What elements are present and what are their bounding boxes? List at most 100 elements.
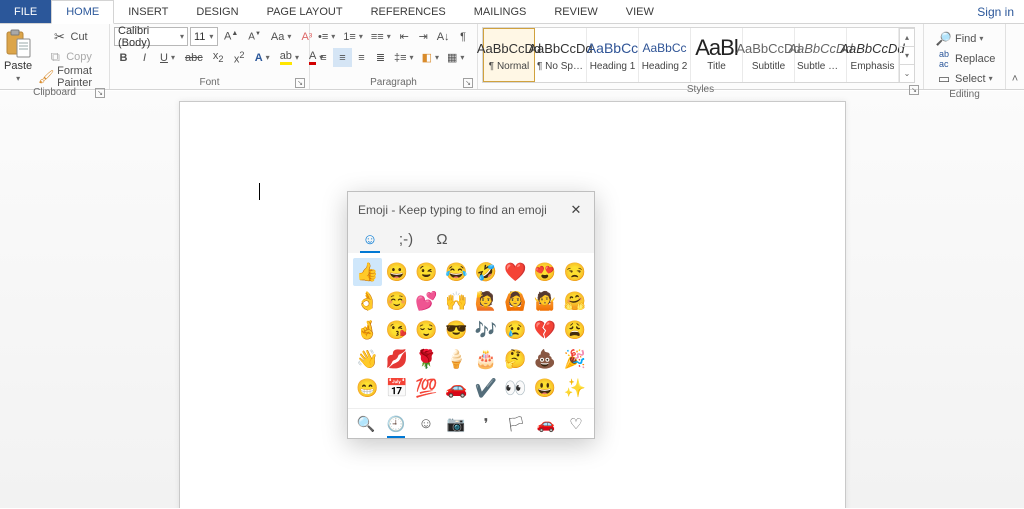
emoji-item[interactable]: 💔 <box>531 316 560 344</box>
tab-file[interactable]: FILE <box>0 0 51 23</box>
tab-mailings[interactable]: MAILINGS <box>460 0 541 23</box>
show-marks-button[interactable]: ¶ <box>454 27 473 46</box>
emoji-item[interactable]: ❤️ <box>501 258 530 286</box>
emoji-item[interactable]: 😌 <box>412 316 441 344</box>
multilevel-button[interactable]: ≡≡▾ <box>367 27 395 46</box>
tab-references[interactable]: REFERENCES <box>357 0 460 23</box>
style--no-spac-[interactable]: AaBbCcDd¶ No Spac... <box>535 28 587 82</box>
decrease-indent-button[interactable]: ⇤ <box>395 27 414 46</box>
style-title[interactable]: AaBlTitle <box>691 28 743 82</box>
emoji-item[interactable]: 📅 <box>383 374 412 402</box>
font-size-combo[interactable]: 11▾ <box>190 27 218 46</box>
emoji-item[interactable]: 🤞 <box>353 316 382 344</box>
emoji-item[interactable]: 😉 <box>412 258 441 286</box>
emoji-item[interactable]: 🌹 <box>412 345 441 373</box>
format-painter-button[interactable]: 🖌Format Painter <box>34 67 105 86</box>
highlight-button[interactable]: ab▾ <box>276 48 303 67</box>
sort-button[interactable]: A↓ <box>433 27 454 46</box>
emoji-item[interactable]: 👍 <box>353 258 382 286</box>
find-button[interactable]: 🔎Find▾ <box>932 29 1002 48</box>
emoji-item[interactable]: ☺️ <box>383 287 412 315</box>
emoji-item[interactable]: 😀 <box>383 258 412 286</box>
emoji-category-7[interactable]: ♡ <box>561 410 591 438</box>
emoji-item[interactable]: 🎉 <box>560 345 589 373</box>
emoji-item[interactable]: 🙆 <box>501 287 530 315</box>
emoji-item[interactable]: 😎 <box>442 316 471 344</box>
emoji-item[interactable]: 🤔 <box>501 345 530 373</box>
gallery-scroll-2[interactable]: ⌄ <box>899 64 914 82</box>
shrink-font-button[interactable]: A▼ <box>244 27 265 46</box>
emoji-item[interactable]: 👌 <box>353 287 382 315</box>
emoji-item[interactable]: 🎂 <box>472 345 501 373</box>
styles-dialog-launcher[interactable]: ↘ <box>909 85 919 95</box>
line-spacing-button[interactable]: ‡≡▾ <box>390 48 418 67</box>
emoji-tab-2[interactable]: Ω <box>424 225 460 253</box>
font-name-combo[interactable]: Calibri (Body)▾ <box>114 27 188 46</box>
font-dialog-launcher[interactable]: ↘ <box>295 78 305 88</box>
emoji-tab-1[interactable]: ;-) <box>388 225 424 253</box>
italic-button[interactable]: I <box>135 48 154 67</box>
select-button[interactable]: ▭Select▾ <box>932 69 1002 88</box>
borders-button[interactable]: ▦▾ <box>443 48 468 67</box>
emoji-category-5[interactable]: 🏳 <box>501 410 531 438</box>
emoji-item[interactable]: 👀 <box>501 374 530 402</box>
text-effects-button[interactable]: A▾ <box>251 48 274 67</box>
numbering-button[interactable]: 1≡▾ <box>339 27 367 46</box>
copy-button[interactable]: ⧉Copy <box>34 47 105 66</box>
emoji-item[interactable]: 😒 <box>560 258 589 286</box>
tab-design[interactable]: DESIGN <box>182 0 252 23</box>
style-heading-1[interactable]: AaBbCcHeading 1 <box>587 28 639 82</box>
emoji-item[interactable]: 🤷 <box>531 287 560 315</box>
bullets-button[interactable]: •≡▾ <box>314 27 339 46</box>
gallery-scroll-1[interactable]: ▾ <box>899 46 914 64</box>
collapse-ribbon-button[interactable]: ˄ <box>1006 24 1024 89</box>
emoji-category-4[interactable]: ❜ <box>471 410 501 438</box>
subscript-button[interactable]: x2 <box>209 48 228 67</box>
emoji-item[interactable]: 😍 <box>531 258 560 286</box>
emoji-item[interactable]: 🙋 <box>472 287 501 315</box>
emoji-item[interactable]: 😂 <box>442 258 471 286</box>
emoji-close-button[interactable]: ✕ <box>566 200 586 220</box>
emoji-tab-0[interactable]: ☺ <box>352 225 388 253</box>
emoji-item[interactable]: 💕 <box>412 287 441 315</box>
emoji-category-1[interactable]: 🕘 <box>381 410 411 438</box>
align-right-button[interactable]: ≡ <box>352 48 371 67</box>
emoji-item[interactable]: ✨ <box>560 374 589 402</box>
paste-button[interactable]: Paste ▾ <box>4 27 32 85</box>
superscript-button[interactable]: x2 <box>230 48 249 67</box>
emoji-item[interactable]: 🤗 <box>560 287 589 315</box>
styles-gallery[interactable]: AaBbCcDd¶ NormalAaBbCcDd¶ No Spac...AaBb… <box>482 27 915 83</box>
emoji-item[interactable]: 🤣 <box>472 258 501 286</box>
paragraph-dialog-launcher[interactable]: ↘ <box>463 78 473 88</box>
emoji-item[interactable]: 💯 <box>412 374 441 402</box>
align-left-button[interactable]: ≡ <box>314 48 333 67</box>
sign-in-link[interactable]: Sign in <box>967 0 1024 23</box>
replace-button[interactable]: abacReplace <box>932 49 1002 68</box>
emoji-category-6[interactable]: 🚗 <box>531 410 561 438</box>
justify-button[interactable]: ≣ <box>371 48 390 67</box>
emoji-category-0[interactable]: 🔍 <box>351 410 381 438</box>
strike-button[interactable]: abc <box>181 48 207 67</box>
emoji-item[interactable]: ✔️ <box>472 374 501 402</box>
emoji-item[interactable]: 😁 <box>353 374 382 402</box>
emoji-item[interactable]: 😢 <box>501 316 530 344</box>
emoji-item[interactable]: 😘 <box>383 316 412 344</box>
emoji-item[interactable]: 💋 <box>383 345 412 373</box>
grow-font-button[interactable]: A▲ <box>220 27 242 46</box>
emoji-category-3[interactable]: 📷 <box>441 410 471 438</box>
emoji-item[interactable]: 💩 <box>531 345 560 373</box>
emoji-item[interactable]: 😩 <box>560 316 589 344</box>
clipboard-dialog-launcher[interactable]: ↘ <box>95 88 105 98</box>
emoji-item[interactable]: 🚗 <box>442 374 471 402</box>
underline-button[interactable]: U▾ <box>156 48 179 67</box>
tab-page-layout[interactable]: PAGE LAYOUT <box>253 0 357 23</box>
bold-button[interactable]: B <box>114 48 133 67</box>
increase-indent-button[interactable]: ⇥ <box>414 27 433 46</box>
align-center-button[interactable]: ≡ <box>333 48 352 67</box>
tab-review[interactable]: REVIEW <box>540 0 611 23</box>
shading-button[interactable]: ◧▾ <box>418 48 443 67</box>
tab-insert[interactable]: INSERT <box>114 0 182 23</box>
emoji-item[interactable]: 😃 <box>531 374 560 402</box>
cut-button[interactable]: ✂Cut <box>34 27 105 46</box>
emoji-item[interactable]: 👋 <box>353 345 382 373</box>
